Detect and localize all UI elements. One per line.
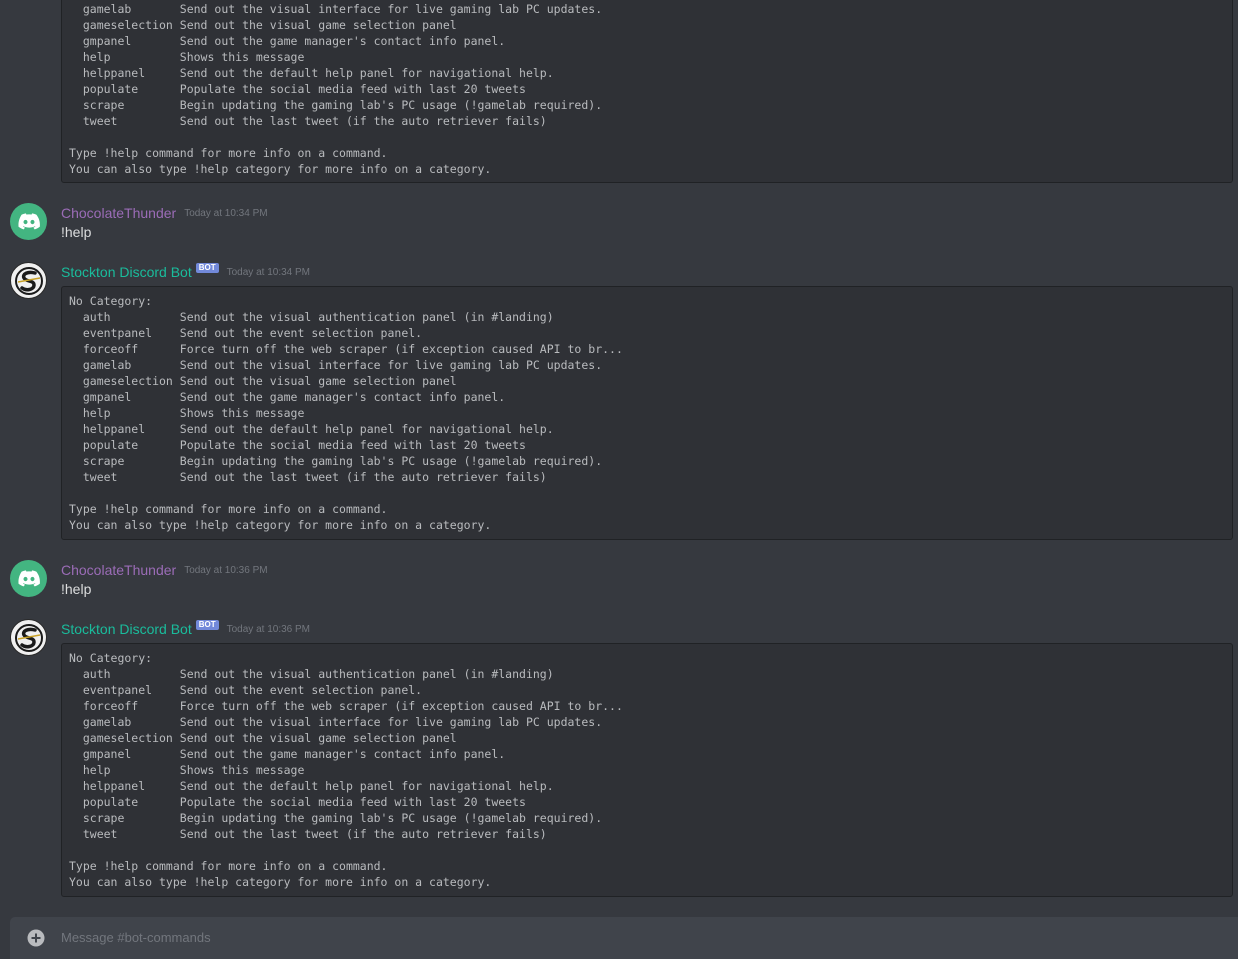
- code-line: helppanel Send out the default help pane…: [69, 66, 554, 80]
- code-line: gameselection Send out the visual game s…: [69, 18, 457, 32]
- code-line: Type !help command for more info on a co…: [69, 146, 388, 160]
- discord-logo-icon: [17, 213, 40, 230]
- code-line: forceoff Force turn off the web scraper …: [69, 699, 623, 713]
- code-line: Type !help command for more info on a co…: [69, 859, 388, 873]
- timestamp: Today at 10:36 PM: [226, 623, 311, 635]
- code-line: helppanel Send out the default help pane…: [69, 779, 554, 793]
- message-input[interactable]: Message #bot-commands: [61, 930, 211, 945]
- bot-logo-icon: [14, 623, 43, 652]
- message-composer[interactable]: Message #bot-commands: [10, 917, 1238, 959]
- code-line: You can also type !help category for mor…: [69, 518, 492, 532]
- code-line: gmpanel Send out the game manager's cont…: [69, 390, 506, 404]
- discord-logo-icon: [17, 570, 40, 587]
- message-group: ChocolateThunder Today at 10:36 PM !help: [0, 560, 1238, 600]
- code-block-partial: gamelab Send out the visual interface fo…: [61, 0, 1233, 183]
- code-line: gameselection Send out the visual game s…: [69, 374, 457, 388]
- chat-messages: gamelab Send out the visual interface fo…: [0, 0, 1238, 959]
- avatar[interactable]: [10, 619, 47, 656]
- code-line: populate Populate the social media feed …: [69, 438, 526, 452]
- username[interactable]: Stockton Discord Bot: [61, 263, 192, 281]
- code-line: No Category:: [69, 651, 153, 665]
- code-line: tweet Send out the last tweet (if the au…: [69, 114, 547, 128]
- code-line: scrape Begin updating the gaming lab's P…: [69, 98, 603, 112]
- code-line: eventpanel Send out the event selection …: [69, 683, 423, 697]
- timestamp: Today at 10:34 PM: [184, 207, 268, 219]
- code-line: gamelab Send out the visual interface fo…: [69, 2, 603, 16]
- code-line: Type !help command for more info on a co…: [69, 502, 388, 516]
- timestamp: Today at 10:34 PM: [226, 266, 311, 278]
- code-line: gameselection Send out the visual game s…: [69, 731, 457, 745]
- bot-logo-icon: [14, 266, 43, 295]
- username[interactable]: Stockton Discord Bot: [61, 620, 192, 638]
- code-line: populate Populate the social media feed …: [69, 82, 526, 96]
- code-line: gmpanel Send out the game manager's cont…: [69, 747, 506, 761]
- code-line: helppanel Send out the default help pane…: [69, 422, 554, 436]
- code-line: tweet Send out the last tweet (if the au…: [69, 827, 547, 841]
- code-line: auth Send out the visual authentication …: [69, 310, 554, 324]
- code-line: You can also type !help category for mor…: [69, 162, 492, 176]
- message-text: !help: [61, 224, 92, 240]
- code-line: help Shows this message: [69, 50, 305, 64]
- timestamp: Today at 10:36 PM: [184, 564, 268, 576]
- bot-badge: BOT: [195, 620, 219, 630]
- avatar[interactable]: [10, 262, 47, 299]
- avatar[interactable]: [10, 203, 47, 240]
- code-line: No Category:: [69, 294, 153, 308]
- avatar[interactable]: [10, 560, 47, 597]
- username[interactable]: ChocolateThunder: [61, 204, 176, 222]
- username[interactable]: ChocolateThunder: [61, 561, 176, 579]
- code-line: help Shows this message: [69, 763, 305, 777]
- code-line: auth Send out the visual authentication …: [69, 667, 554, 681]
- code-line: gamelab Send out the visual interface fo…: [69, 358, 603, 372]
- code-line: scrape Begin updating the gaming lab's P…: [69, 454, 603, 468]
- message-group: Stockton Discord Bot BOT Today at 10:34 …: [0, 262, 1238, 540]
- code-line: You can also type !help category for mor…: [69, 875, 492, 889]
- bot-badge: BOT: [195, 263, 219, 273]
- code-line: gmpanel Send out the game manager's cont…: [69, 34, 506, 48]
- code-line: forceoff Force turn off the web scraper …: [69, 342, 623, 356]
- code-line: populate Populate the social media feed …: [69, 795, 526, 809]
- code-line: eventpanel Send out the event selection …: [69, 326, 423, 340]
- plus-circle-icon[interactable]: [26, 928, 46, 948]
- message-group: Stockton Discord Bot BOT Today at 10:36 …: [0, 619, 1238, 897]
- message-text: !help: [61, 581, 92, 597]
- code-block: No Category: auth Send out the visual au…: [61, 286, 1233, 540]
- code-block: No Category: auth Send out the visual au…: [61, 643, 1233, 897]
- code-line: scrape Begin updating the gaming lab's P…: [69, 811, 603, 825]
- code-line: help Shows this message: [69, 406, 305, 420]
- code-line: gamelab Send out the visual interface fo…: [69, 715, 603, 729]
- message-group: ChocolateThunder Today at 10:34 PM !help: [0, 203, 1238, 243]
- code-line: tweet Send out the last tweet (if the au…: [69, 470, 547, 484]
